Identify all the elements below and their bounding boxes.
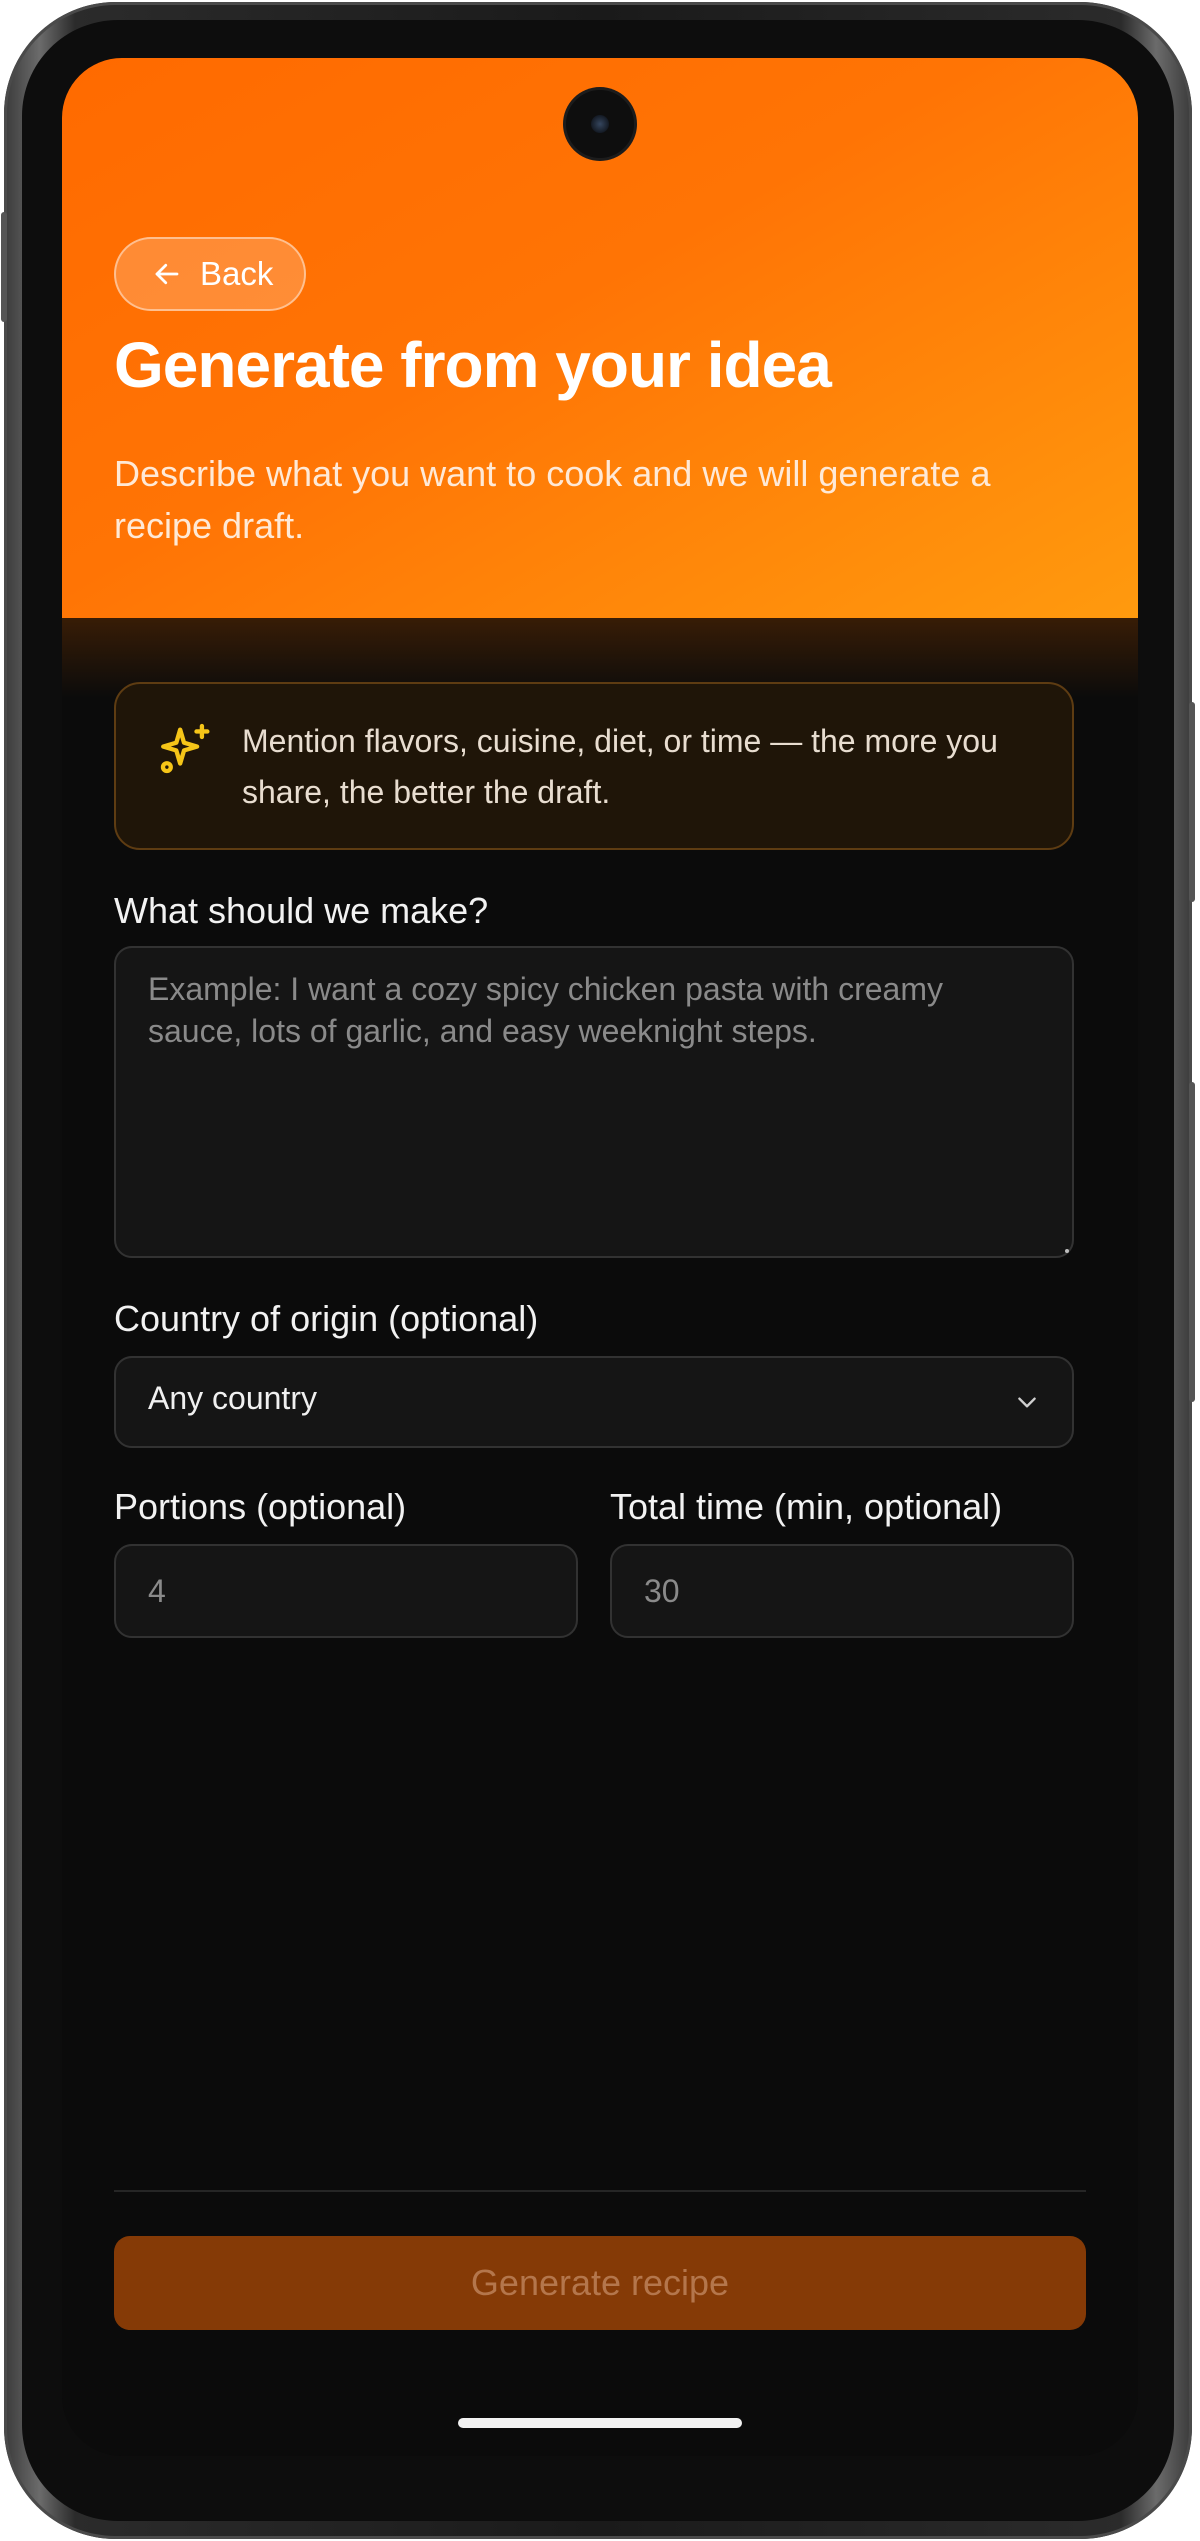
country-select[interactable]: Any country (114, 1356, 1074, 1448)
generate-recipe-button[interactable]: Generate recipe (114, 2236, 1086, 2330)
sparkles-icon (160, 723, 210, 774)
tip-text: Mention flavors, cuisine, diet, or time … (242, 723, 998, 810)
phone-side-button (1189, 1082, 1195, 1402)
portions-placeholder: 4 (148, 1573, 166, 1609)
footer-divider (114, 2190, 1086, 2192)
total-time-placeholder: 30 (644, 1573, 680, 1609)
back-button[interactable]: Back (114, 237, 306, 311)
chevron-down-icon (1018, 1397, 1036, 1408)
portions-input[interactable]: 4 (114, 1544, 578, 1638)
portions-label: Portions (optional) (114, 1486, 407, 1527)
page-subtitle: Describe what you want to cook and we wi… (114, 453, 991, 546)
generate-recipe-label: Generate recipe (470, 2262, 730, 2303)
prompt-placeholder: Example: I want a cozy spicy chicken pas… (148, 971, 943, 1049)
country-label: Country of origin (optional) (114, 1298, 539, 1339)
prompt-label: What should we make? (114, 890, 489, 931)
home-indicator[interactable] (458, 2418, 742, 2428)
app-screen: Back Generate from your idea Describe wh… (62, 58, 1138, 2456)
tip-card: Mention flavors, cuisine, diet, or time … (114, 682, 1074, 850)
resize-handle-icon[interactable] (1060, 1244, 1070, 1254)
back-button-label: Back (200, 255, 274, 292)
country-selected-value: Any country (148, 1380, 317, 1416)
page-title: Generate from your idea (114, 329, 832, 401)
phone-side-button (1, 212, 7, 322)
phone-side-button (1189, 702, 1195, 902)
prompt-textarea[interactable]: Example: I want a cozy spicy chicken pas… (114, 946, 1074, 1258)
total-time-label: Total time (min, optional) (610, 1486, 1003, 1527)
front-camera (566, 90, 634, 158)
total-time-input[interactable]: 30 (610, 1544, 1074, 1638)
arrow-left-icon (155, 263, 179, 285)
